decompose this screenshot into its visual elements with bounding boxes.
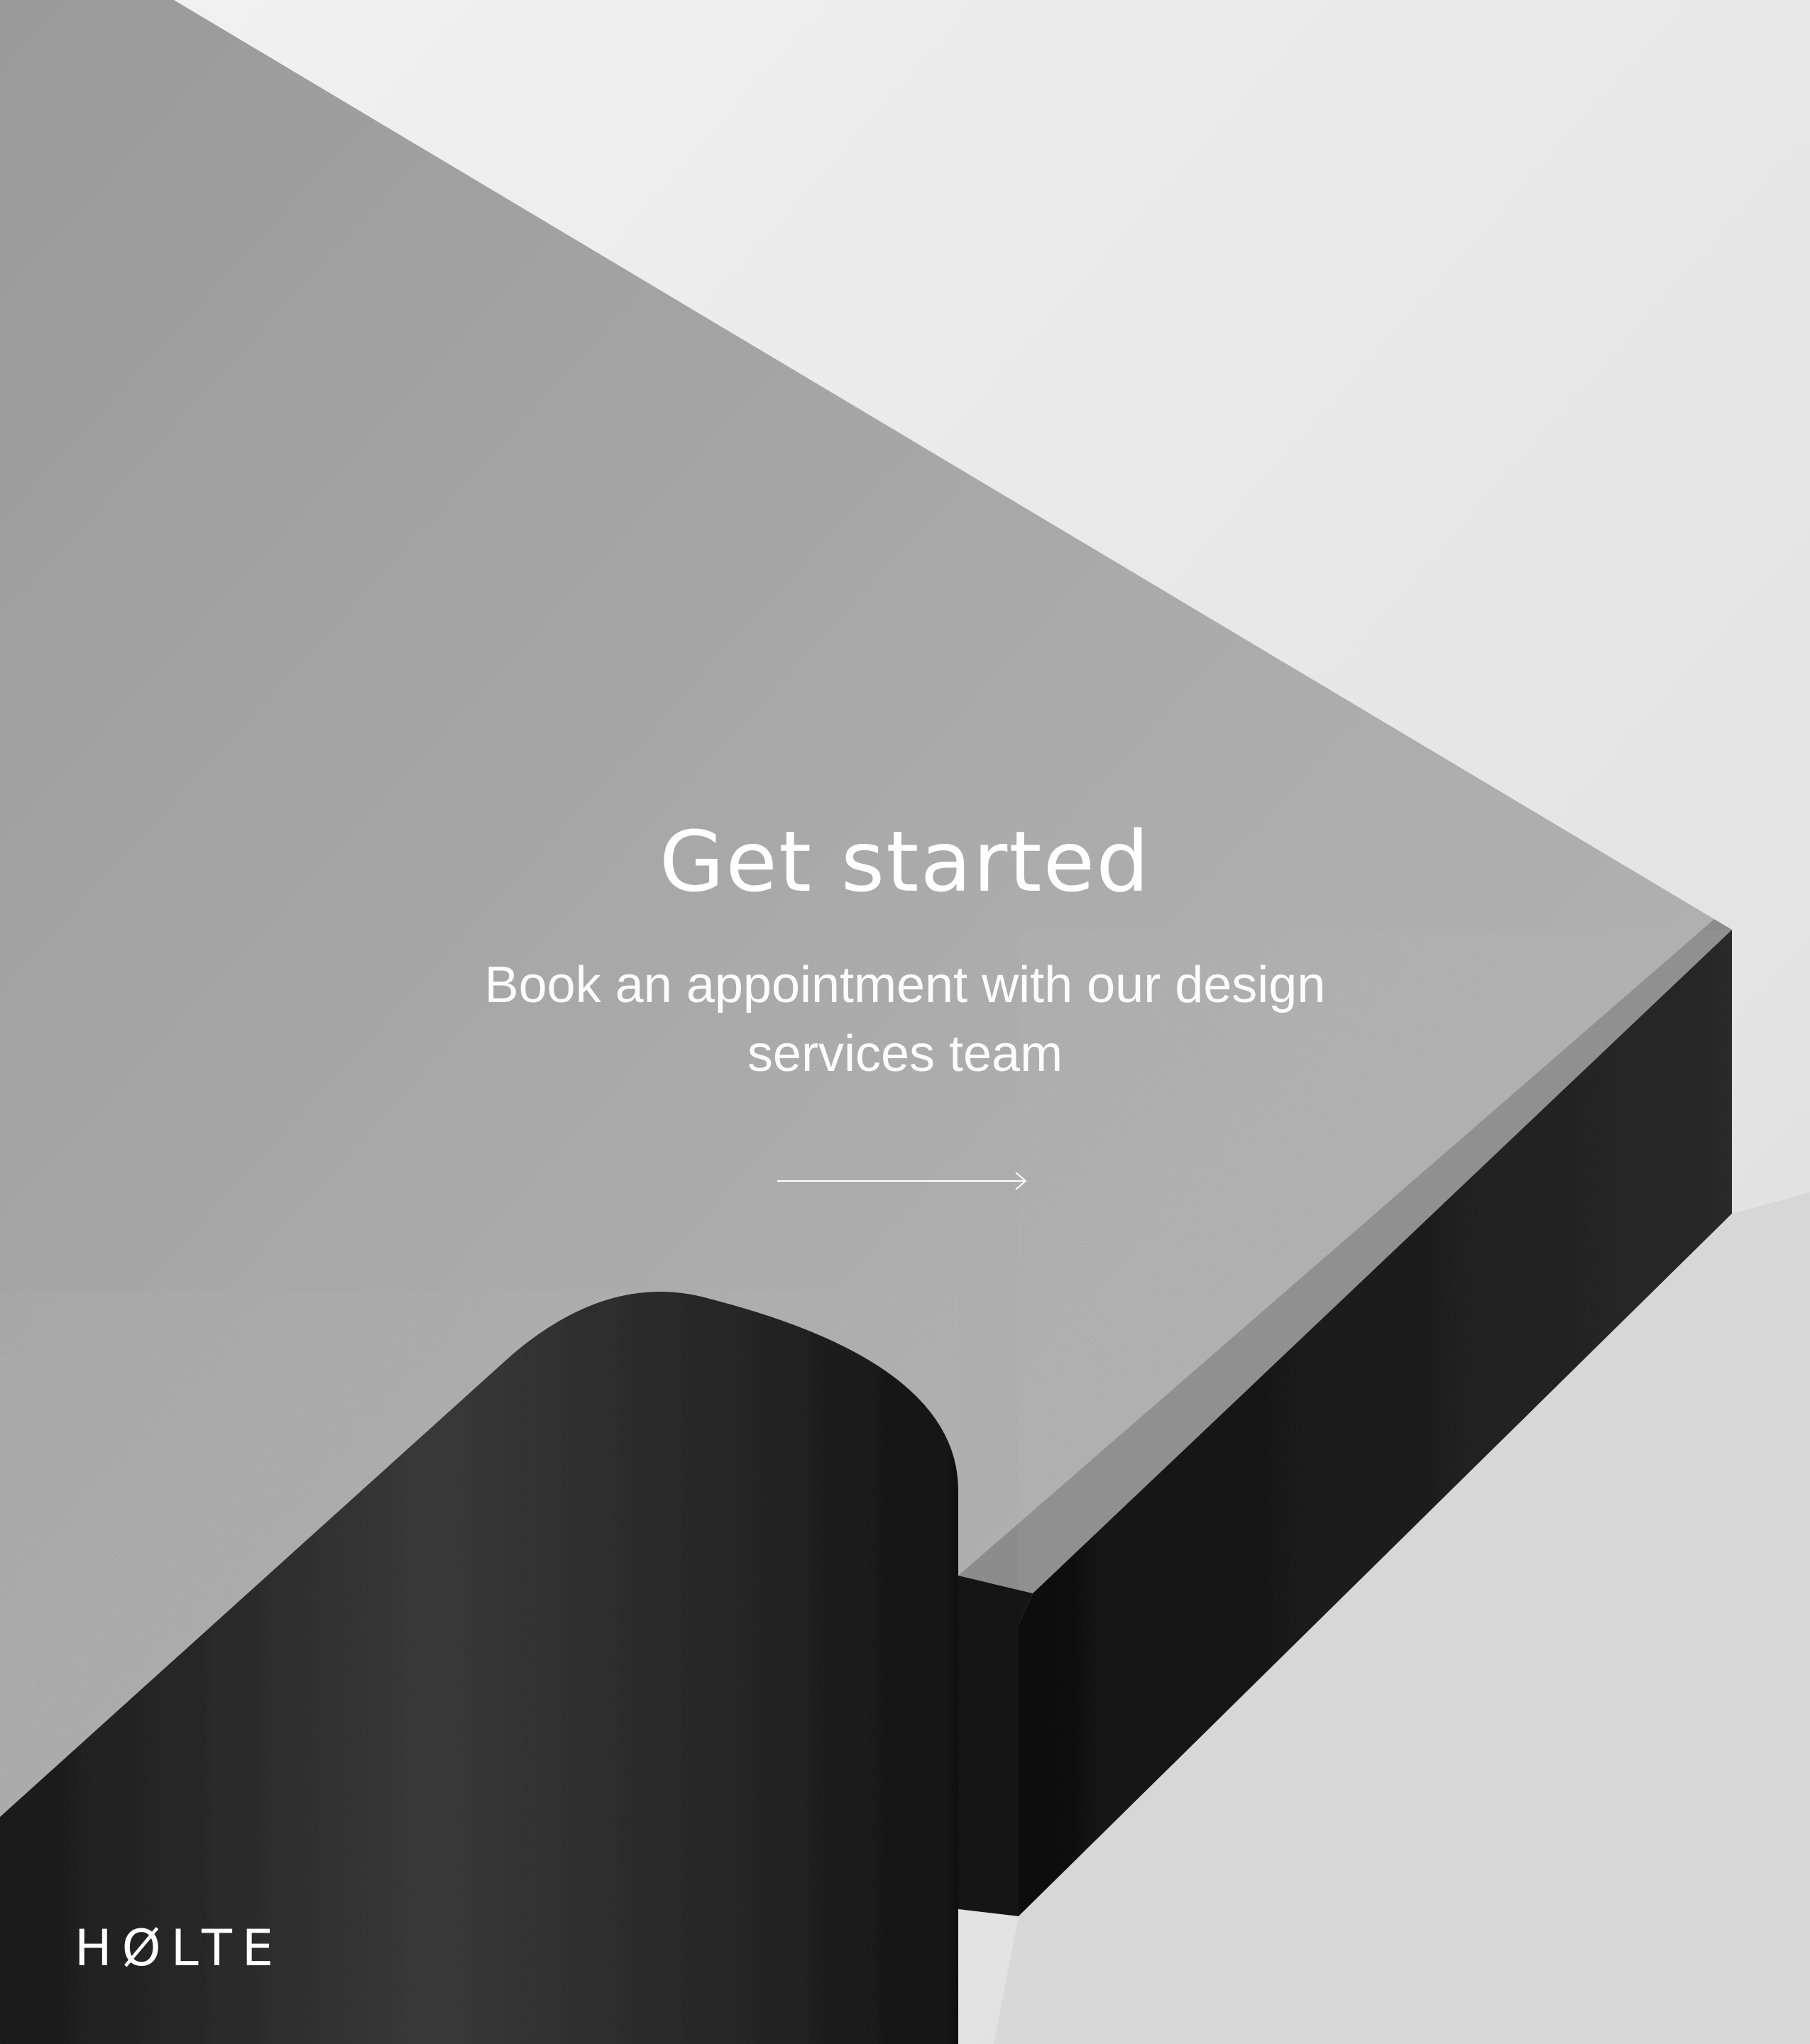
cta-subtitle: Book an appointment with our design serv… xyxy=(484,956,1326,1082)
hero-banner: Get started Book an appointment with our… xyxy=(0,0,1810,2044)
cta-block: Get started Book an appointment with our… xyxy=(0,813,1810,1195)
page-title: Get started xyxy=(659,813,1151,911)
arrow-right-icon[interactable] xyxy=(777,1167,1033,1195)
brand-logo[interactable]: HØLTE xyxy=(75,1923,283,1973)
